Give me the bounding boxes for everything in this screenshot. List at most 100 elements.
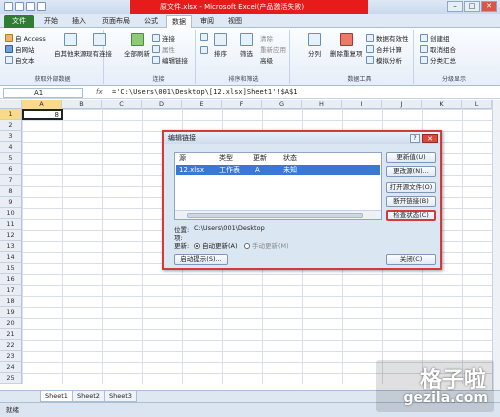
row-header[interactable]: 23 (0, 351, 21, 362)
row-header[interactable]: 2 (0, 120, 21, 131)
column-header[interactable]: I (342, 100, 382, 109)
close-dialog-button[interactable]: 关闭(C) (386, 254, 436, 265)
connections-button[interactable]: 连接 (152, 33, 175, 43)
row-header[interactable]: 8 (0, 186, 21, 197)
open-source-button[interactable]: 打开源文件(O) (386, 182, 436, 193)
tab-page-layout[interactable]: 页面布局 (96, 15, 136, 28)
sort-za-icon[interactable] (200, 46, 208, 54)
edit-links-button[interactable]: 编辑链接 (152, 55, 188, 65)
tab-formulas[interactable]: 公式 (138, 15, 164, 28)
row-header[interactable]: 18 (0, 296, 21, 307)
manual-update-radio[interactable]: 手动更新(M) (244, 240, 289, 250)
maximize-button[interactable]: □ (464, 1, 480, 12)
row-header[interactable]: 10 (0, 208, 21, 219)
formula-input[interactable]: ='C:\Users\001\Desktop\[12.xlsx]Sheet1'!… (112, 88, 297, 96)
sort-az-icon[interactable] (200, 33, 208, 41)
refresh-all-button[interactable]: 全部刷新 (124, 33, 150, 58)
redo-icon[interactable] (37, 2, 46, 11)
row-header[interactable]: 21 (0, 329, 21, 340)
column-header[interactable]: B (62, 100, 102, 109)
sort-button[interactable]: 排序 (214, 33, 227, 58)
tab-file[interactable]: 文件 (4, 15, 34, 28)
row-header[interactable]: 22 (0, 340, 21, 351)
row-header[interactable]: 20 (0, 318, 21, 329)
undo-icon[interactable] (26, 2, 35, 11)
remove-duplicates-button[interactable]: 删除重复项 (330, 33, 363, 58)
row-header[interactable]: 25 (0, 373, 21, 384)
tab-data[interactable]: 数据 (166, 15, 192, 28)
from-text-button[interactable]: 自文本 (5, 55, 35, 65)
tab-view[interactable]: 视图 (222, 15, 248, 28)
reapply-button[interactable]: 重新应用 (260, 44, 286, 54)
tab-insert[interactable]: 插入 (66, 15, 92, 28)
row-header[interactable]: 24 (0, 362, 21, 373)
clear-filter-button[interactable]: 清除 (260, 33, 273, 43)
link-row[interactable]: 12.xlsx 工作表 A 未知 (176, 165, 380, 175)
close-button[interactable]: ✕ (481, 1, 497, 12)
column-header[interactable]: F (222, 100, 262, 109)
row-header[interactable]: 16 (0, 274, 21, 285)
break-link-button[interactable]: 断开链接(B) (386, 196, 436, 207)
row-header[interactable]: 7 (0, 175, 21, 186)
dialog-close-button[interactable]: ✕ (422, 134, 438, 143)
ungroup-button[interactable]: 取消组合 (420, 44, 456, 54)
consolidate-button[interactable]: 合并计算 (366, 44, 402, 54)
row-header[interactable]: 11 (0, 219, 21, 230)
filter-button[interactable]: 筛选 (240, 33, 253, 58)
horizontal-scrollbar[interactable] (175, 210, 381, 219)
row-header[interactable]: 9 (0, 197, 21, 208)
row-header[interactable]: 13 (0, 241, 21, 252)
column-header[interactable]: L (462, 100, 492, 109)
column-header[interactable]: G (262, 100, 302, 109)
minimize-button[interactable]: – (447, 1, 463, 12)
tab-review[interactable]: 审阅 (194, 15, 220, 28)
vertical-scrollbar[interactable] (492, 100, 500, 390)
from-access-button[interactable]: 自 Access (5, 33, 46, 43)
links-list[interactable]: 源 类型 更新 状态 12.xlsx 工作表 A 未知 (174, 152, 382, 220)
name-box[interactable]: A1 (3, 88, 83, 98)
update-values-button[interactable]: 更新值(U) (386, 152, 436, 163)
row-header[interactable]: 12 (0, 230, 21, 241)
row-header[interactable]: 1 (0, 109, 21, 120)
text-to-columns-button[interactable]: 分列 (308, 33, 321, 58)
subtotal-button[interactable]: 分类汇总 (420, 55, 456, 65)
existing-connections-button[interactable]: 现有连接 (86, 33, 112, 58)
row-header[interactable]: 3 (0, 131, 21, 142)
column-header[interactable]: J (382, 100, 422, 109)
remove-duplicates-icon (339, 33, 353, 46)
what-if-button[interactable]: 模拟分析 (366, 55, 402, 65)
sheet-tab-1[interactable]: Sheet1 (40, 391, 73, 402)
column-header[interactable]: C (102, 100, 142, 109)
tab-home[interactable]: 开始 (38, 15, 64, 28)
from-web-button[interactable]: 自网站 (5, 44, 35, 54)
data-validation-button[interactable]: 数据有效性 (366, 33, 409, 43)
scroll-thumb[interactable] (187, 213, 363, 218)
row-header[interactable]: 17 (0, 285, 21, 296)
column-header[interactable]: K (422, 100, 462, 109)
change-source-button[interactable]: 更改源(N)... (386, 166, 436, 177)
advanced-filter-button[interactable]: 高级 (260, 55, 273, 65)
help-button[interactable]: ? (410, 134, 420, 143)
row-header[interactable]: 6 (0, 164, 21, 175)
from-other-sources-button[interactable]: 自其他来源 (54, 33, 87, 58)
sheet-tab-2[interactable]: Sheet2 (72, 391, 105, 402)
startup-prompt-button[interactable]: 启动提示(S)... (174, 254, 228, 265)
column-header[interactable]: D (142, 100, 182, 109)
column-header[interactable]: A (22, 100, 62, 109)
cell-a1[interactable]: 8 (22, 109, 63, 120)
row-header[interactable]: 15 (0, 263, 21, 274)
row-header[interactable]: 5 (0, 153, 21, 164)
sheet-tab-3[interactable]: Sheet3 (104, 391, 137, 402)
select-all-corner[interactable] (0, 100, 22, 109)
fx-icon[interactable]: fx (96, 88, 103, 96)
save-icon[interactable] (15, 2, 24, 11)
row-header[interactable]: 19 (0, 307, 21, 318)
check-status-button[interactable]: 检查状态(C) (386, 210, 436, 221)
auto-update-radio[interactable]: 自动更新(A) (194, 240, 238, 250)
row-header[interactable]: 4 (0, 142, 21, 153)
column-header[interactable]: E (182, 100, 222, 109)
column-header[interactable]: H (302, 100, 342, 109)
group-button[interactable]: 创建组 (420, 33, 450, 43)
properties-button[interactable]: 属性 (152, 44, 175, 54)
row-header[interactable]: 14 (0, 252, 21, 263)
